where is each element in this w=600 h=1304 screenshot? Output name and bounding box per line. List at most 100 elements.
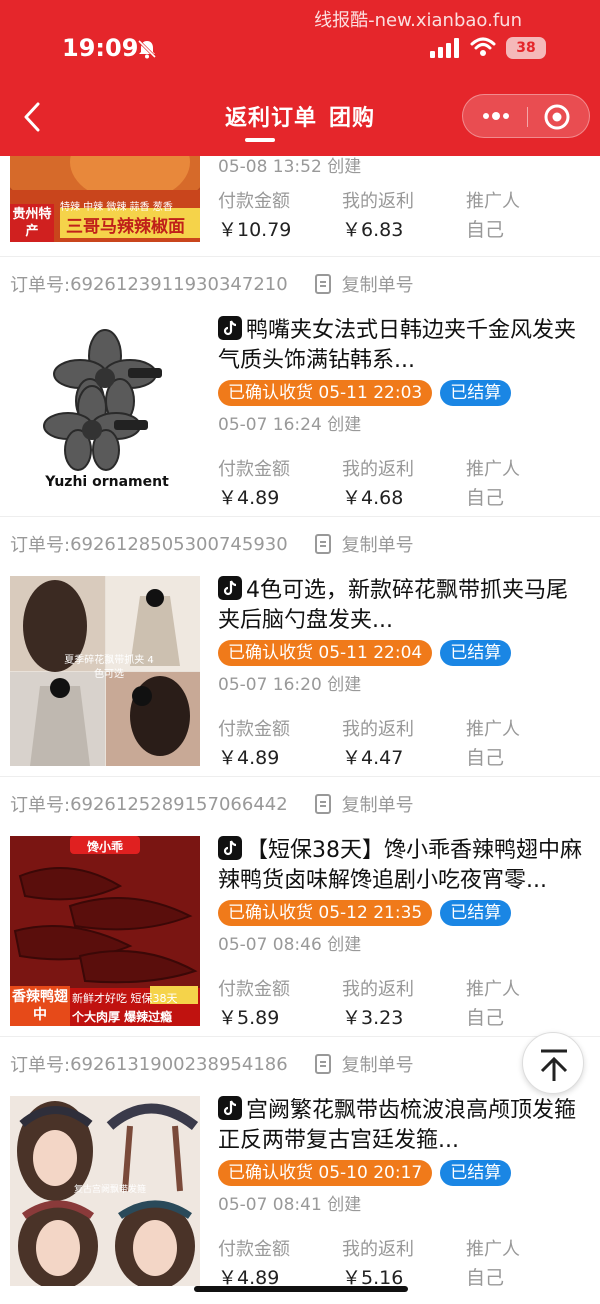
thumb-badge: 香辣鸭翅中	[12, 989, 68, 1023]
rebate-label: 我的返利	[342, 979, 414, 1000]
status-tags: 已确认收货 05-11 22:03 已结算	[218, 380, 588, 408]
close-miniapp-icon[interactable]	[543, 103, 571, 131]
created-time: 05-07 08:46 创建	[218, 935, 362, 955]
battery-indicator: 38	[506, 37, 546, 59]
back-to-top-button[interactable]	[522, 1032, 584, 1094]
divider	[0, 516, 600, 517]
arrow-up-icon	[540, 1049, 568, 1081]
pay-label: 付款金额	[218, 979, 290, 1000]
product-title[interactable]: 【短保38天】馋小乖香辣鸭翅中麻辣鸭货卤味解馋追剧小吃夜宵零...	[218, 836, 588, 896]
promoter-value: 自己	[466, 1267, 505, 1289]
copy-label: 复制单号	[341, 1055, 414, 1076]
product-title-text: 宫阙繁花飘带齿梳波浪高颅顶发箍正反两带复古宫廷发箍...	[218, 1098, 577, 1153]
product-title[interactable]: 鸭嘴夹女法式日韩边夹千金风发夹气质头饰满钻韩系...	[218, 316, 588, 376]
created-time: 05-07 16:20 创建	[218, 675, 362, 695]
rebate-amount: ￥4.47	[342, 747, 404, 769]
order-header: 订单号: 6926125289157066442 复制单号	[10, 784, 414, 824]
douyin-icon	[218, 1096, 242, 1120]
rebate-amount: ￥4.68	[342, 487, 404, 509]
product-title[interactable]: 4色可选，新款碎花飘带抓夹马尾夹后脑勺盘发夹...	[218, 576, 588, 636]
order-info: 【短保38天】馋小乖香辣鸭翅中麻辣鸭货卤味解馋追剧小吃夜宵零... 已确认收货 …	[218, 836, 588, 958]
status-tags: 已确认收货 05-12 21:35 已结算	[218, 900, 588, 928]
order-amounts: 付款金额 ￥4.89 我的返利 ￥4.47 推广人 自己	[218, 716, 598, 772]
pay-amount: ￥5.89	[218, 1007, 280, 1029]
product-thumbnail[interactable]: 夏季碎花飘带抓夹 4色可选	[10, 576, 200, 766]
order-number: 6926125289157066442	[70, 793, 288, 815]
order-list[interactable]: 特辣 中辣 微辣 蒜香 葱香 贵州特产 三哥马辣辣椒面 05-08 13:52 …	[0, 156, 600, 1304]
home-indicator[interactable]	[194, 1286, 408, 1292]
product-title-text: 鸭嘴夹女法式日韩边夹千金风发夹气质头饰满钻韩系...	[218, 318, 577, 373]
promoter-value: 自己	[466, 1007, 505, 1029]
order-header: 订单号: 6926131900238954186 复制单号	[10, 1044, 414, 1084]
thumb-brand: 馋小乖	[86, 840, 123, 854]
order-header: 订单号: 6926128505300745930 复制单号	[10, 524, 414, 564]
thumb-line1: 新鲜才好吃 短保38天	[72, 992, 178, 1005]
rebate-label: 我的返利	[342, 719, 414, 740]
order-info: 05-08 13:52 创建	[218, 156, 588, 180]
rebate-amount: ￥3.23	[342, 1007, 404, 1029]
copy-icon	[314, 534, 331, 554]
product-thumbnail[interactable]: Yuzhi ornament	[10, 316, 200, 506]
douyin-icon	[218, 576, 242, 600]
settled-badge: 已结算	[440, 640, 512, 666]
order-number-prefix: 订单号:	[10, 1055, 71, 1076]
pay-label: 付款金额	[218, 459, 290, 480]
order-amounts: 付款金额 ￥4.89 我的返利 ￥4.68 推广人 自己	[218, 456, 598, 512]
created-time: 05-08 13:52 创建	[218, 157, 362, 177]
tab-group-buy[interactable]: 团购	[329, 106, 375, 131]
douyin-icon	[218, 836, 242, 860]
pay-amount: ￥4.89	[218, 747, 280, 769]
pay-label: 付款金额	[218, 719, 290, 740]
product-title-text: 【短保38天】馋小乖香辣鸭翅中麻辣鸭货卤味解馋追剧小吃夜宵零...	[218, 838, 582, 893]
promoter-label: 推广人	[466, 719, 520, 740]
mute-bell-icon	[137, 39, 157, 59]
confirm-status-badge: 已确认收货 05-11 22:03	[218, 380, 433, 406]
copy-order-button[interactable]: 复制单号	[314, 1051, 414, 1077]
pay-amount: ￥4.89	[218, 487, 280, 509]
promoter-label: 推广人	[466, 1239, 520, 1260]
order-amounts: 付款金额 ￥10.79 我的返利 ￥6.83 推广人 自己	[218, 188, 598, 244]
thumb-line2: 个大肉厚 爆辣过瘾	[72, 1010, 173, 1024]
product-title-text: 4色可选，新款碎花飘带抓夹马尾夹后脑勺盘发夹...	[218, 578, 568, 633]
status-tags: 已确认收货 05-11 22:04 已结算	[218, 640, 588, 668]
settled-badge: 已结算	[440, 900, 512, 926]
copy-label: 复制单号	[341, 535, 414, 556]
promoter-label: 推广人	[466, 191, 520, 212]
promoter-value: 自己	[466, 487, 505, 509]
product-thumbnail[interactable]: 复古宫阙飘带发箍	[10, 1096, 200, 1286]
divider	[0, 1036, 600, 1037]
order-info: 鸭嘴夹女法式日韩边夹千金风发夹气质头饰满钻韩系... 已确认收货 05-11 2…	[218, 316, 588, 438]
order-number: 6926123911930347210	[70, 273, 288, 295]
watermark-text: 线报酷-new.xianbao.fun	[314, 10, 522, 31]
douyin-icon	[218, 316, 242, 340]
signal-icon	[430, 38, 459, 58]
product-title[interactable]: 宫阙繁花飘带齿梳波浪高颅顶发箍正反两带复古宫廷发箍...	[218, 1096, 588, 1156]
tab-rebate-orders[interactable]: 返利订单	[225, 106, 317, 131]
copy-label: 复制单号	[341, 275, 414, 296]
rebate-label: 我的返利	[342, 191, 414, 212]
thumb-caption: 复古宫阙飘带发箍	[73, 1185, 146, 1195]
thumb-flavors: 特辣 中辣 微辣 蒜香 葱香	[60, 202, 173, 213]
rebate-amount: ￥6.83	[342, 219, 404, 241]
product-thumbnail[interactable]: 馋小乖 香辣鸭翅中 新鲜才好吃 短保38天 个大肉厚 爆辣过瘾	[10, 836, 200, 1026]
pay-label: 付款金额	[218, 191, 290, 212]
status-time: 19:09	[62, 34, 139, 62]
created-time: 05-07 08:41 创建	[218, 1195, 362, 1215]
divider	[0, 776, 600, 777]
rebate-label: 我的返利	[342, 1239, 414, 1260]
copy-order-button[interactable]: 复制单号	[314, 531, 414, 557]
pay-label: 付款金额	[218, 1239, 290, 1260]
thumb-badge: 贵州特产	[12, 207, 52, 239]
copy-order-button[interactable]: 复制单号	[314, 271, 414, 297]
more-dots-icon[interactable]	[481, 103, 511, 129]
order-header: 订单号: 6926123911930347210 复制单号	[10, 264, 414, 304]
promoter-label: 推广人	[466, 459, 520, 480]
product-thumbnail[interactable]: 特辣 中辣 微辣 蒜香 葱香 贵州特产 三哥马辣辣椒面	[10, 156, 200, 242]
copy-order-button[interactable]: 复制单号	[314, 791, 414, 817]
wifi-icon	[470, 37, 496, 56]
order-info: 宫阙繁花飘带齿梳波浪高颅顶发箍正反两带复古宫廷发箍... 已确认收货 05-10…	[218, 1096, 588, 1218]
order-number: 6926128505300745930	[70, 533, 288, 555]
order-amounts: 付款金额 ￥4.89 我的返利 ￥5.16 推广人 自己	[218, 1236, 598, 1292]
thumb-product-name: 三哥马辣辣椒面	[66, 217, 185, 237]
confirm-status-badge: 已确认收货 05-12 21:35	[218, 900, 433, 926]
